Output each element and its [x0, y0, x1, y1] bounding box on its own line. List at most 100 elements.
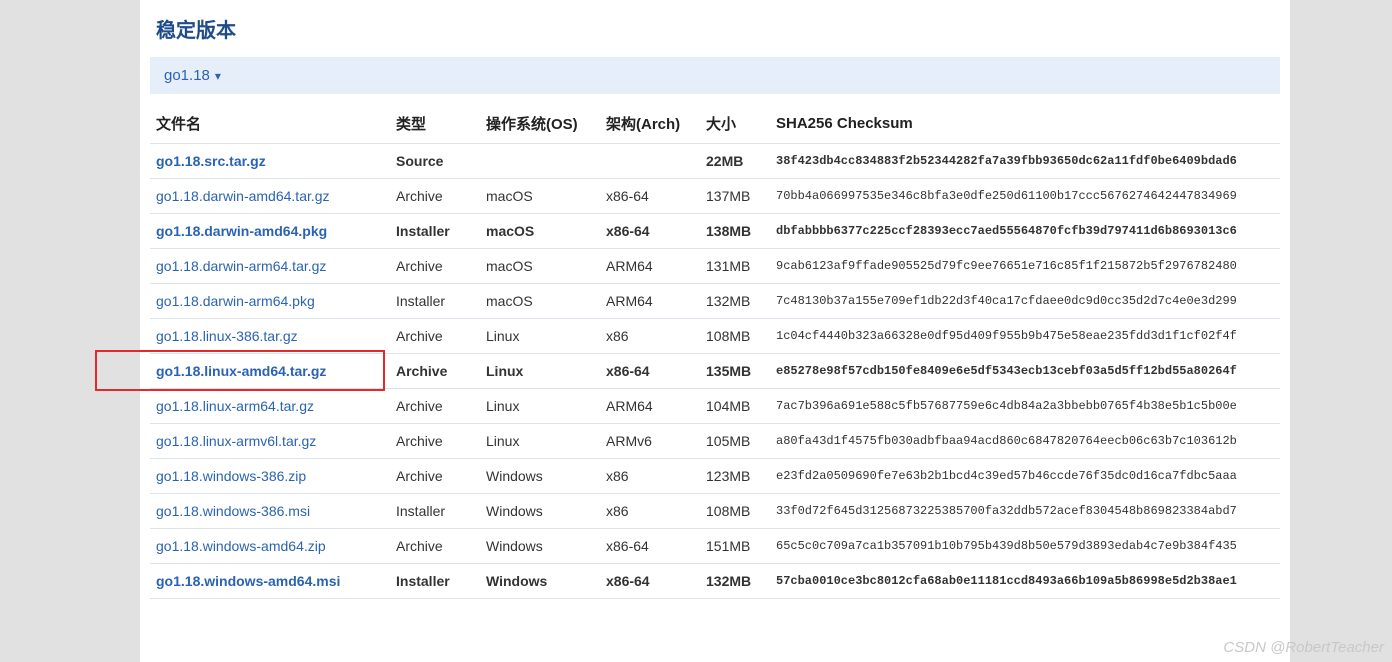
- cell-os: Windows: [480, 459, 600, 494]
- cell-arch: x86-64: [600, 564, 700, 599]
- chevron-down-icon: [210, 67, 221, 84]
- file-link[interactable]: go1.18.src.tar.gz: [156, 153, 266, 169]
- cell-sha: 9cab6123af9ffade905525d79fc9ee76651e716c…: [770, 249, 1280, 284]
- table-row: go1.18.linux-armv6l.tar.gz ArchiveLinuxAR…: [150, 424, 1280, 459]
- cell-type: Archive: [390, 319, 480, 354]
- col-arch: 架构(Arch): [600, 104, 700, 144]
- cell-type: Installer: [390, 284, 480, 319]
- table-row: go1.18.darwin-arm64.pkg InstallermacOSARM…: [150, 284, 1280, 319]
- col-type: 类型: [390, 104, 480, 144]
- cell-size: 108MB: [700, 319, 770, 354]
- file-link[interactable]: go1.18.linux-arm64.tar.gz: [156, 398, 314, 414]
- file-link[interactable]: go1.18.darwin-amd64.pkg: [156, 223, 327, 239]
- cell-arch: x86-64: [600, 354, 700, 389]
- cell-sha: 65c5c0c709a7ca1b357091b10b795b439d8b50e5…: [770, 529, 1280, 564]
- cell-sha: 57cba0010ce3bc8012cfa68ab0e11181ccd8493a…: [770, 564, 1280, 599]
- cell-sha: 38f423db4cc834883f2b52344282fa7a39fbb936…: [770, 144, 1280, 179]
- cell-sha: e85278e98f57cdb150fe8409e6e5df5343ecb13c…: [770, 354, 1280, 389]
- cell-sha: 1c04cf4440b323a66328e0df95d409f955b9b475…: [770, 319, 1280, 354]
- cell-size: 132MB: [700, 284, 770, 319]
- cell-type: Archive: [390, 459, 480, 494]
- cell-os: Windows: [480, 564, 600, 599]
- file-link[interactable]: go1.18.darwin-amd64.tar.gz: [156, 188, 330, 204]
- file-link[interactable]: go1.18.darwin-arm64.tar.gz: [156, 258, 326, 274]
- cell-type: Archive: [390, 354, 480, 389]
- cell-size: 104MB: [700, 389, 770, 424]
- table-row: go1.18.linux-386.tar.gzArchiveLinuxx8610…: [150, 319, 1280, 354]
- cell-size: 138MB: [700, 214, 770, 249]
- table-row: go1.18.src.tar.gz Source 22MB38f423db4cc83…: [150, 144, 1280, 179]
- cell-os: Linux: [480, 389, 600, 424]
- cell-arch: [600, 144, 700, 179]
- cell-sha: a80fa43d1f4575fb030adbfbaa94acd860c68478…: [770, 424, 1280, 459]
- section-title: 稳定版本: [150, 0, 1280, 57]
- cell-type: Installer: [390, 214, 480, 249]
- cell-os: Linux: [480, 319, 600, 354]
- cell-sha: 33f0d72f645d31256873225385700fa32ddb572a…: [770, 494, 1280, 529]
- cell-type: Installer: [390, 564, 480, 599]
- table-row: go1.18.windows-amd64.msi InstallerWindows…: [150, 564, 1280, 599]
- cell-arch: x86: [600, 494, 700, 529]
- col-os: 操作系统(OS): [480, 104, 600, 144]
- cell-arch: ARM64: [600, 389, 700, 424]
- table-row: go1.18.linux-arm64.tar.gz ArchiveLinuxARM…: [150, 389, 1280, 424]
- cell-os: macOS: [480, 179, 600, 214]
- cell-size: 151MB: [700, 529, 770, 564]
- table-row: go1.18.darwin-arm64.tar.gz ArchivemacOSAR…: [150, 249, 1280, 284]
- file-link[interactable]: go1.18.linux-armv6l.tar.gz: [156, 433, 316, 449]
- cell-os: Windows: [480, 494, 600, 529]
- cell-os: Windows: [480, 529, 600, 564]
- cell-arch: x86: [600, 459, 700, 494]
- cell-os: macOS: [480, 214, 600, 249]
- cell-sha: 70bb4a066997535e346c8bfa3e0dfe250d61100b…: [770, 179, 1280, 214]
- cell-sha: 7c48130b37a155e709ef1db22d3f40ca17cfdaee…: [770, 284, 1280, 319]
- table-row: go1.18.windows-amd64.zip ArchiveWindowsx8…: [150, 529, 1280, 564]
- highlight-annotation: [95, 350, 385, 391]
- col-size: 大小: [700, 104, 770, 144]
- cell-arch: ARM64: [600, 249, 700, 284]
- cell-os: [480, 144, 600, 179]
- cell-type: Archive: [390, 424, 480, 459]
- cell-sha: dbfabbbb6377c225ccf28393ecc7aed55564870f…: [770, 214, 1280, 249]
- cell-arch: ARM64: [600, 284, 700, 319]
- file-link[interactable]: go1.18.linux-386.tar.gz: [156, 328, 298, 344]
- file-link[interactable]: go1.18.windows-amd64.msi: [156, 573, 340, 589]
- cell-size: 137MB: [700, 179, 770, 214]
- cell-os: macOS: [480, 284, 600, 319]
- cell-type: Archive: [390, 529, 480, 564]
- cell-os: macOS: [480, 249, 600, 284]
- cell-size: 22MB: [700, 144, 770, 179]
- cell-arch: x86-64: [600, 179, 700, 214]
- cell-arch: x86-64: [600, 529, 700, 564]
- cell-size: 131MB: [700, 249, 770, 284]
- cell-sha: e23fd2a0509690fe7e63b2b1bcd4c39ed57b46cc…: [770, 459, 1280, 494]
- col-file: 文件名: [150, 104, 390, 144]
- file-link[interactable]: go1.18.windows-386.msi: [156, 503, 310, 519]
- cell-size: 123MB: [700, 459, 770, 494]
- col-sha: SHA256 Checksum: [770, 104, 1280, 144]
- cell-size: 108MB: [700, 494, 770, 529]
- table-row: go1.18.darwin-amd64.pkg InstallermacOSx86…: [150, 214, 1280, 249]
- file-link[interactable]: go1.18.windows-amd64.zip: [156, 538, 326, 554]
- version-expand-bar[interactable]: go1.18: [150, 57, 1280, 94]
- content-container: 稳定版本 go1.18 文件名 类型 操作系统(OS) 架构(Arch) 大小 …: [140, 0, 1290, 662]
- cell-type: Archive: [390, 179, 480, 214]
- cell-arch: ARMv6: [600, 424, 700, 459]
- table-row: go1.18.windows-386.zip ArchiveWindowsx861…: [150, 459, 1280, 494]
- cell-size: 135MB: [700, 354, 770, 389]
- cell-type: Source: [390, 144, 480, 179]
- file-link[interactable]: go1.18.darwin-arm64.pkg: [156, 293, 315, 309]
- cell-sha: 7ac7b396a691e588c5fb57687759e6c4db84a2a3…: [770, 389, 1280, 424]
- cell-type: Archive: [390, 249, 480, 284]
- table-row: go1.18.darwin-amd64.tar.gz ArchivemacOSx8…: [150, 179, 1280, 214]
- file-link[interactable]: go1.18.windows-386.zip: [156, 468, 306, 484]
- table-row: go1.18.windows-386.msiInstallerWindowsx8…: [150, 494, 1280, 529]
- cell-arch: x86-64: [600, 214, 700, 249]
- cell-os: Linux: [480, 354, 600, 389]
- cell-size: 132MB: [700, 564, 770, 599]
- table-header-row: 文件名 类型 操作系统(OS) 架构(Arch) 大小 SHA256 Check…: [150, 104, 1280, 144]
- cell-os: Linux: [480, 424, 600, 459]
- cell-type: Archive: [390, 389, 480, 424]
- watermark-text: CSDN @RobertTeacher: [1223, 639, 1384, 656]
- version-label: go1.18: [164, 67, 210, 84]
